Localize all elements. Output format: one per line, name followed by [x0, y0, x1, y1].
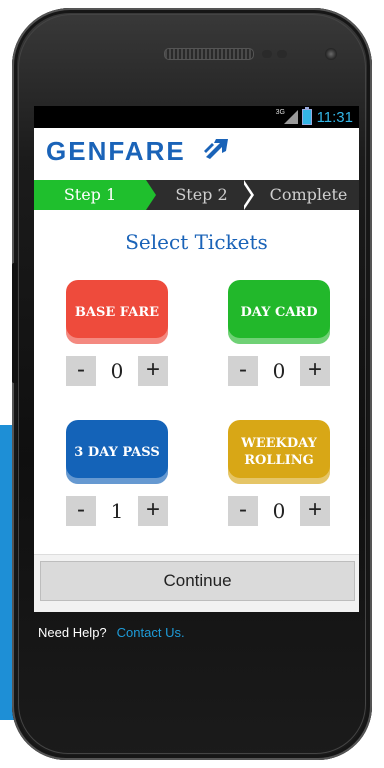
continue-bar: Continue [34, 554, 359, 612]
decrement-button[interactable]: - [228, 356, 258, 386]
decrement-button[interactable]: - [66, 356, 96, 386]
increment-button[interactable]: + [300, 496, 330, 526]
help-footer: Need Help? Contact Us. [38, 625, 185, 640]
light-sensor [277, 50, 287, 58]
app-screen: 3G 11:31 GENFARE Step 1 Step 2 Complete … [34, 106, 359, 612]
speaker-grille [164, 48, 254, 60]
quantity-stepper-base-fare: - 0 + [66, 356, 168, 386]
step-1: Step 1 [34, 180, 146, 210]
ticket-3-day-pass[interactable]: 3 DAY PASS [66, 420, 168, 484]
quantity-stepper-3-day-pass: - 1 + [66, 496, 168, 526]
step-complete: Complete [269, 185, 348, 204]
quantity-stepper-weekday-rolling: - 0 + [228, 496, 330, 526]
quantity-value: 0 [110, 359, 124, 383]
front-camera [325, 48, 337, 60]
ticket-label: 3 DAY PASS [74, 444, 160, 460]
increment-button[interactable]: + [138, 496, 168, 526]
step-progress-bar: Step 1 Step 2 Complete [34, 180, 359, 210]
proximity-sensor [262, 50, 272, 58]
logo-arrow-icon [204, 139, 228, 159]
page-title: Select Tickets [125, 230, 268, 254]
increment-button[interactable]: + [138, 356, 168, 386]
ticket-label: WEEKDAY ROLLING [241, 435, 317, 469]
quantity-value: 0 [272, 359, 286, 383]
step-2: Step 2 [175, 185, 228, 204]
signal-icon: 3G [276, 109, 298, 125]
app-header: GENFARE [34, 128, 359, 176]
step-1-arrow [146, 180, 156, 210]
genfare-logo: GENFARE [46, 136, 186, 166]
ticket-label-line2: ROLLING [244, 453, 314, 468]
increment-button[interactable]: + [300, 356, 330, 386]
volume-button [12, 263, 17, 383]
ticket-base-fare[interactable]: BASE FARE [66, 280, 168, 344]
continue-button[interactable]: Continue [40, 561, 355, 601]
step-separator-inner [241, 180, 251, 210]
help-text: Need Help? [38, 625, 107, 640]
contact-us-link[interactable]: Contact Us. [117, 625, 185, 640]
clock: 11:31 [316, 108, 353, 126]
ticket-label: DAY CARD [240, 304, 318, 320]
ticket-label: BASE FARE [74, 304, 160, 320]
ticket-day-card[interactable]: DAY CARD [228, 280, 330, 344]
decrement-button[interactable]: - [228, 496, 258, 526]
quantity-value: 1 [110, 499, 124, 523]
quantity-stepper-day-card: - 0 + [228, 356, 330, 386]
ticket-weekday-rolling[interactable]: WEEKDAY ROLLING [228, 420, 330, 484]
decrement-button[interactable]: - [66, 496, 96, 526]
battery-icon [301, 107, 312, 125]
quantity-value: 0 [272, 499, 286, 523]
ticket-label-line1: WEEKDAY [241, 436, 317, 451]
status-bar: 3G 11:31 [34, 106, 359, 128]
